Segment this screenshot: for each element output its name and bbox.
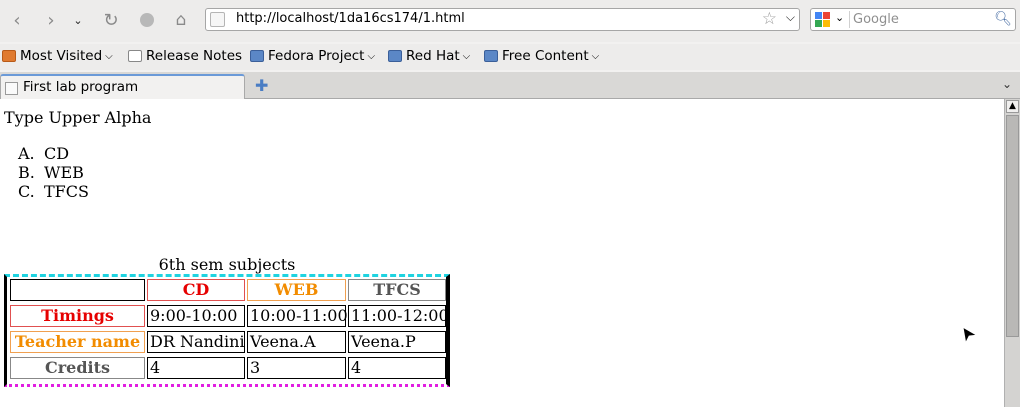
vertical-scrollbar[interactable]: ▲ bbox=[1004, 99, 1020, 407]
bookmark-red-hat[interactable]: Red Hat ⌵ bbox=[388, 48, 470, 64]
table-cell: 3 bbox=[247, 357, 346, 379]
search-engine-selector[interactable]: ⌄ bbox=[813, 11, 850, 28]
list-item-text: WEB bbox=[44, 163, 84, 182]
bookmark-most-visited[interactable]: Most Visited ⌵ bbox=[2, 48, 113, 64]
bookmark-label: Fedora Project bbox=[268, 48, 365, 64]
reload-icon: ↻ bbox=[103, 9, 119, 31]
back-arrow-icon: ‹ bbox=[13, 9, 21, 31]
history-dropdown-button[interactable]: ⌄ bbox=[70, 7, 86, 33]
bookmark-fedora-project[interactable]: Fedora Project ⌵ bbox=[250, 48, 375, 64]
list-item: C. TFCS bbox=[18, 182, 89, 201]
page-content: Type Upper Alpha A. CD B. WEB C. TFCS 6th s… bbox=[0, 99, 1004, 407]
reload-button[interactable]: ↻ bbox=[98, 7, 124, 33]
tab-strip: First lab program ✚ ⌄ bbox=[0, 72, 1020, 99]
folder-icon bbox=[388, 50, 402, 62]
new-tab-button[interactable]: ✚ bbox=[255, 76, 268, 95]
bookmark-label: Release Notes bbox=[146, 48, 243, 64]
google-icon bbox=[815, 12, 830, 27]
tab-label: First lab program bbox=[23, 79, 139, 95]
bookmark-free-content[interactable]: Free Content ⌵ bbox=[484, 48, 599, 64]
table-header-web: WEB bbox=[247, 279, 346, 301]
table-header-cd: CD bbox=[147, 279, 245, 301]
stop-icon bbox=[140, 13, 154, 27]
bookmark-star-icon[interactable]: ☆ bbox=[762, 9, 777, 29]
table-cell: Veena.P bbox=[348, 331, 446, 353]
row-header-credits: Credits bbox=[10, 357, 145, 379]
search-icon[interactable]: 🔍︎ bbox=[994, 11, 1012, 27]
url-bar[interactable]: http://localhost/1da16cs174/1.html ☆ ⌵ bbox=[205, 8, 800, 31]
bookmarks-toolbar: Most Visited ⌵ Release Notes Fedora Proj… bbox=[0, 44, 1020, 70]
forward-arrow-icon: › bbox=[47, 9, 55, 31]
table-cell: 11:00-12:00 bbox=[348, 305, 449, 327]
subjects-table: CD WEB TFCS Timings 9:00-10:00 10:00-11:… bbox=[4, 274, 450, 387]
scrollbar-thumb[interactable] bbox=[1006, 115, 1019, 337]
stop-button[interactable] bbox=[134, 7, 160, 33]
chevron-down-icon: ⌄ bbox=[73, 13, 83, 27]
page-icon bbox=[5, 82, 18, 95]
ordered-list: A. CD B. WEB C. TFCS bbox=[18, 144, 89, 201]
table-cell: 9:00-10:00 bbox=[147, 305, 245, 327]
url-dropdown-icon[interactable]: ⌵ bbox=[786, 10, 795, 25]
table-cell: 4 bbox=[348, 357, 446, 379]
page-heading: Type Upper Alpha bbox=[4, 108, 152, 127]
table-header-empty bbox=[10, 279, 145, 301]
tab-first-lab-program[interactable]: First lab program bbox=[0, 74, 245, 99]
mouse-cursor-icon: ➤ bbox=[954, 321, 981, 346]
table-cell: DR Nandini bbox=[147, 331, 245, 353]
table-caption: 6th sem subjects bbox=[158, 255, 296, 274]
search-input[interactable]: Google bbox=[853, 12, 899, 27]
list-item-text: CD bbox=[44, 144, 70, 163]
back-button[interactable]: ‹ bbox=[4, 7, 30, 33]
table-cell: Veena.A bbox=[247, 331, 346, 353]
bookmark-release-notes[interactable]: Release Notes bbox=[128, 48, 242, 64]
list-item-text: TFCS bbox=[44, 182, 89, 201]
rss-icon bbox=[2, 50, 16, 62]
search-bar[interactable]: ⌄ Google 🔍︎ bbox=[810, 8, 1016, 31]
folder-icon bbox=[484, 50, 498, 62]
list-marker: A. bbox=[18, 144, 35, 163]
home-button[interactable]: ⌂ bbox=[168, 7, 194, 33]
list-item: A. CD bbox=[18, 144, 89, 163]
chevron-down-icon: ⌄ bbox=[835, 11, 845, 24]
navigation-toolbar: ‹ › ⌄ ↻ ⌂ http://localhost/1da16cs174/1.… bbox=[0, 0, 1020, 42]
chevron-down-icon: ⌵ bbox=[591, 50, 600, 62]
list-marker: B. bbox=[18, 163, 35, 182]
row-header-timings: Timings bbox=[10, 305, 145, 327]
table-cell: 10:00-11:00 bbox=[247, 305, 348, 327]
bookmark-label: Most Visited bbox=[20, 48, 103, 64]
table-cell: 4 bbox=[147, 357, 245, 379]
home-icon: ⌂ bbox=[175, 10, 187, 30]
list-item: B. WEB bbox=[18, 163, 89, 182]
forward-button[interactable]: › bbox=[38, 7, 64, 33]
chevron-down-icon: ⌵ bbox=[462, 50, 471, 62]
site-identity-icon[interactable] bbox=[210, 12, 225, 27]
list-marker: C. bbox=[18, 182, 35, 201]
chevron-down-icon: ⌵ bbox=[367, 50, 376, 62]
scroll-up-button[interactable]: ▲ bbox=[1006, 100, 1019, 113]
url-text[interactable]: http://localhost/1da16cs174/1.html bbox=[236, 11, 465, 26]
table-header-tfcs: TFCS bbox=[348, 279, 446, 301]
bookmark-label: Free Content bbox=[502, 48, 589, 64]
chevron-down-icon: ⌵ bbox=[105, 50, 113, 62]
page-icon bbox=[128, 50, 142, 62]
bookmark-label: Red Hat bbox=[406, 48, 460, 64]
folder-icon bbox=[250, 50, 264, 62]
row-header-teacher-name: Teacher name bbox=[10, 331, 145, 353]
tab-list-button[interactable]: ⌄ bbox=[1002, 77, 1012, 91]
